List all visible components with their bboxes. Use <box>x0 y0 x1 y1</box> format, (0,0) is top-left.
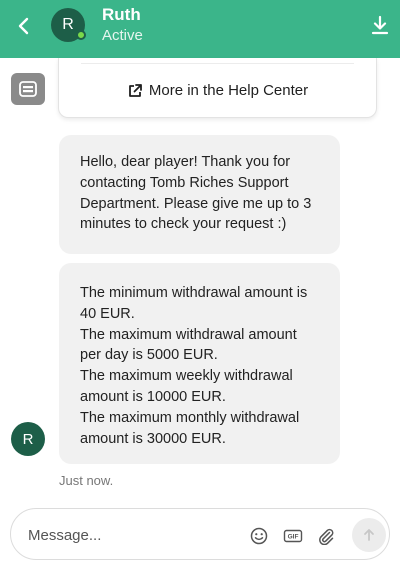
online-status-dot <box>76 30 86 40</box>
download-icon <box>371 15 389 35</box>
message-timestamp: Just now. <box>59 473 114 488</box>
smiley-icon <box>250 527 268 545</box>
message-line: Hello, dear player! Thank you for <box>80 154 291 170</box>
paperclip-icon <box>319 528 334 545</box>
avatar-initial: R <box>62 16 74 33</box>
card-divider <box>81 63 354 64</box>
message-bubble: Hello, dear player! Thank you for contac… <box>59 135 340 254</box>
gif-button[interactable]: GIF <box>282 525 304 547</box>
message-line: amount is 10000 EUR. <box>80 388 226 405</box>
message-line: The minimum withdrawal amount is <box>80 285 308 301</box>
message-line: per day is 5000 EUR. <box>80 347 218 364</box>
agent-status: Active <box>102 27 143 44</box>
gif-label: GIF <box>288 534 299 541</box>
message-input[interactable] <box>28 523 228 547</box>
help-center-link-label: More in the Help Center <box>148 82 309 99</box>
message-line: The maximum withdrawal amount <box>80 326 297 343</box>
message-line: minutes to check your request :) <box>80 216 287 233</box>
emoji-button[interactable] <box>248 525 270 547</box>
message-composer: GIF <box>10 508 390 560</box>
bot-icon <box>11 73 45 105</box>
agent-name: Ruth <box>102 5 141 24</box>
send-arrow-icon <box>364 529 374 541</box>
message-line: The maximum monthly withdrawal <box>80 409 300 426</box>
agent-avatar: R <box>11 422 45 456</box>
message-line: Department. Please give me up to 3 <box>80 195 312 212</box>
help-center-card: More in the Help Center <box>58 58 377 118</box>
external-link-icon <box>128 83 142 97</box>
download-button[interactable] <box>367 12 393 38</box>
help-center-link[interactable]: More in the Help Center <box>59 82 376 99</box>
back-button[interactable] <box>10 12 38 40</box>
chevron-left-icon <box>18 17 29 35</box>
agent-avatar-header: R <box>51 8 86 42</box>
chat-header: R Ruth Active <box>0 0 400 58</box>
message-line: contacting Tomb Riches Support <box>80 174 289 191</box>
message-line: amount is 30000 EUR. <box>80 430 226 447</box>
message-bubble: The minimum withdrawal amount is 40 EUR.… <box>59 263 340 464</box>
attach-button[interactable] <box>315 525 337 547</box>
gif-icon: GIF <box>283 529 303 543</box>
message-line: The maximum weekly withdrawal <box>80 368 293 385</box>
avatar-initial: R <box>22 430 34 448</box>
message-line: 40 EUR. <box>80 305 135 322</box>
send-button[interactable] <box>352 518 386 552</box>
